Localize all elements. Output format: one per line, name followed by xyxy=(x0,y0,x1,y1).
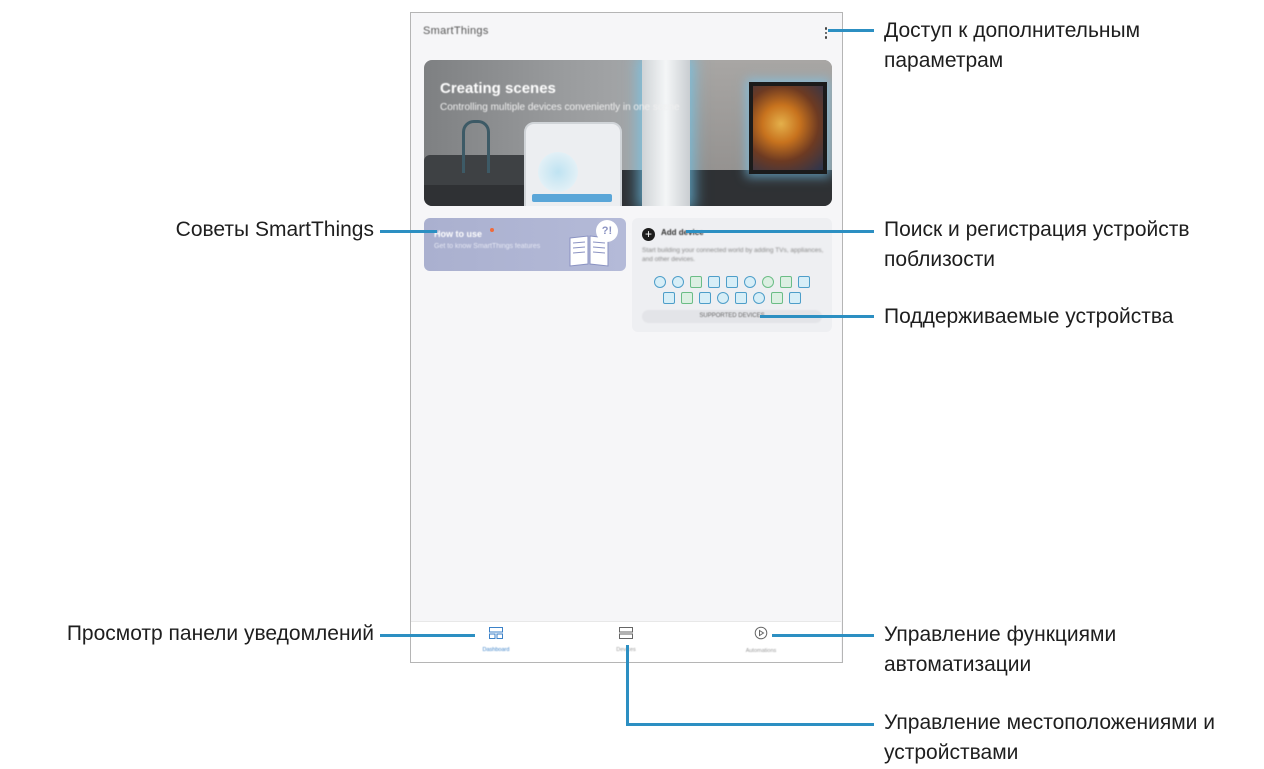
leader-locations xyxy=(626,723,874,726)
tab-dashboard[interactable]: Dashboard xyxy=(451,626,541,653)
fridge-icon xyxy=(690,276,702,288)
phone-icon xyxy=(789,292,801,304)
tv-icon xyxy=(726,276,738,288)
air-purifier-image xyxy=(642,60,690,206)
plug-icon xyxy=(699,292,711,304)
automations-icon xyxy=(754,626,768,640)
plus-icon[interactable]: + xyxy=(642,228,655,241)
lamp-image xyxy=(462,120,490,173)
oven-icon xyxy=(717,292,729,304)
tips-title: How to use xyxy=(434,229,483,239)
device-icons-grid xyxy=(638,276,826,308)
callout-add-device: Поиск и регистрация устройств поблизости xyxy=(884,218,1190,271)
tab-automations-label: Automations xyxy=(745,648,777,654)
purifier-icon xyxy=(708,276,720,288)
app-title: SmartThings xyxy=(423,25,489,37)
leader-dashboard xyxy=(380,634,475,637)
camera-icon xyxy=(663,292,675,304)
more-dot xyxy=(824,31,828,35)
callout-more-options: Доступ к дополнительным параметрам xyxy=(884,19,1141,72)
hero-title: Creating scenes xyxy=(440,80,556,97)
phone-screen: SmartThings Creating scenes Controlling … xyxy=(410,12,843,663)
callout-automations: Управление функциями автоматизации xyxy=(884,623,1117,676)
tab-automations[interactable]: Automations xyxy=(716,626,806,654)
dryer-icon xyxy=(771,292,783,304)
sensor-icon xyxy=(762,276,774,288)
leader-supported xyxy=(760,315,874,318)
callout-supported-devices: Поддерживаемые устройства xyxy=(884,305,1174,328)
more-dot xyxy=(824,36,828,39)
new-badge-dot xyxy=(490,228,494,232)
tv-image xyxy=(749,82,827,174)
tips-subtitle: Get to know SmartThings features xyxy=(434,243,541,250)
leader-tips xyxy=(380,230,437,233)
hero-subtitle: Controlling multiple devices convenientl… xyxy=(440,102,680,113)
scene-bar xyxy=(532,194,612,202)
robot-vacuum-icon xyxy=(681,292,693,304)
tablet-icon xyxy=(735,292,747,304)
bulb-icon xyxy=(672,276,684,288)
leader-more-options xyxy=(828,29,874,32)
tab-dashboard-label: Dashboard xyxy=(482,647,510,653)
speaker-icon xyxy=(654,276,666,288)
question-icon: ?! xyxy=(596,220,618,242)
leader-automations xyxy=(772,634,874,637)
phone-illustration xyxy=(524,122,622,206)
leader-add-device xyxy=(686,230,874,233)
leader-locations-vertical xyxy=(626,645,629,725)
callout-locations: Управление местоположениями и устройства… xyxy=(884,711,1215,764)
scene-circle xyxy=(538,152,578,192)
headphones-icon xyxy=(744,276,756,288)
tv-artwork xyxy=(753,86,823,170)
device-icon-row xyxy=(638,292,826,304)
callout-tips: Советы SmartThings xyxy=(175,218,374,241)
hero-banner[interactable]: Creating scenes Controlling multiple dev… xyxy=(424,60,832,206)
more-options-button[interactable] xyxy=(821,24,831,42)
washer-icon xyxy=(780,276,792,288)
monitor-icon xyxy=(798,276,810,288)
more-vertical-icon xyxy=(824,27,828,30)
device-icon-row xyxy=(638,276,826,288)
hub-icon xyxy=(753,292,765,304)
dashboard-icon xyxy=(489,627,503,639)
devices-icon xyxy=(619,627,633,639)
tips-card[interactable]: How to use Get to know SmartThings featu… xyxy=(424,218,626,271)
add-device-description: Start building your connected world by a… xyxy=(642,247,824,263)
callout-dashboard: Просмотр панели уведомлений xyxy=(66,622,374,645)
